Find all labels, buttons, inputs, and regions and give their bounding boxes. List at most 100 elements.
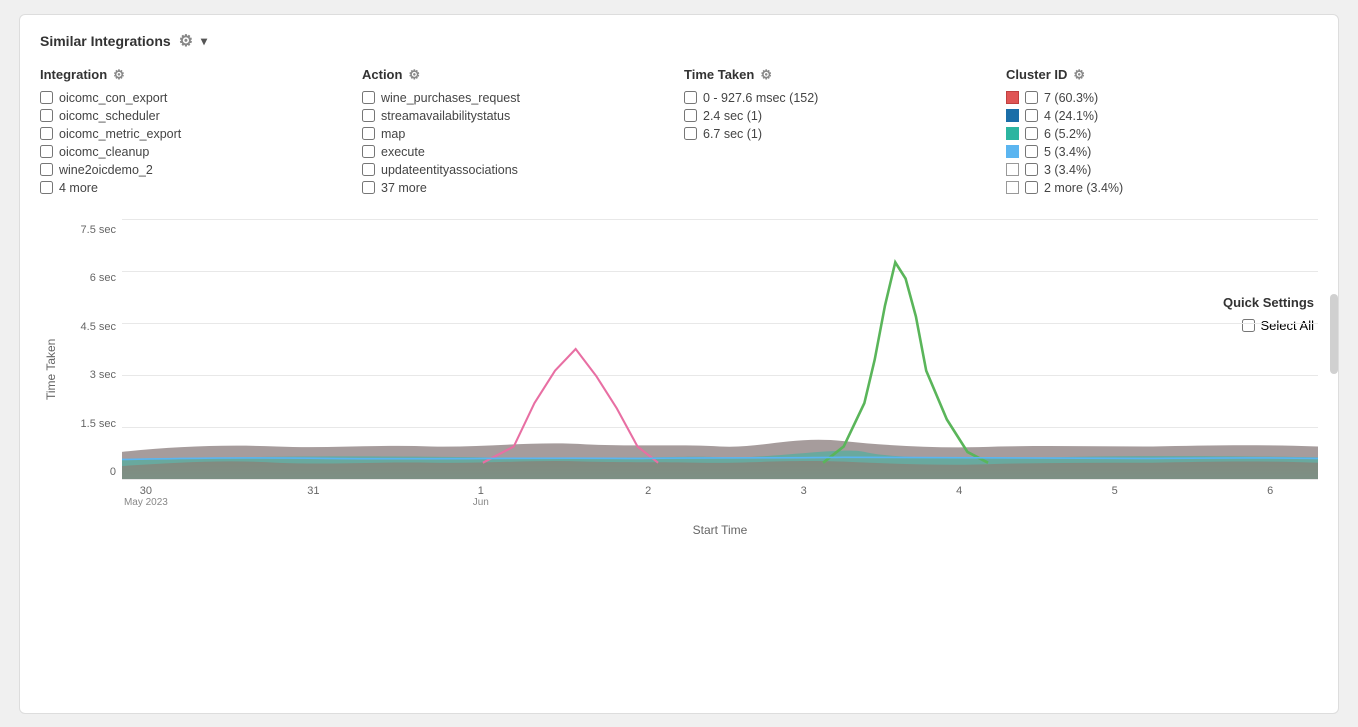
chart-svg [122, 219, 1318, 479]
x-tick-6: 6 [1267, 485, 1273, 497]
action-label: Action [362, 67, 402, 82]
integration-checkbox-3[interactable] [40, 145, 53, 158]
cluster-item-1: 4 (24.1%) [1044, 109, 1098, 123]
list-item: 37 more [362, 181, 674, 195]
cluster-id-filter-col: Cluster ID ⚙ 7 (60.3%) 4 (24.1%) 6 (5.2%… [1006, 67, 1318, 199]
y-tick-2: 4.5 sec [62, 321, 122, 333]
list-item: oicomc_con_export [40, 91, 352, 105]
integration-checkbox-4[interactable] [40, 163, 53, 176]
list-item: oicomc_metric_export [40, 127, 352, 141]
action-checkbox-1[interactable] [362, 109, 375, 122]
cluster-item-4: 3 (3.4%) [1044, 163, 1091, 177]
cluster-item-0: 7 (60.3%) [1044, 91, 1098, 105]
x-tick-may: May 2023 [124, 497, 168, 508]
list-item: 6.7 sec (1) [684, 127, 996, 141]
action-item-0: wine_purchases_request [381, 91, 520, 105]
cluster-color-2 [1006, 127, 1019, 140]
y-tick-4: 1.5 sec [62, 418, 122, 430]
list-item: oicomc_cleanup [40, 145, 352, 159]
action-checkbox-3[interactable] [362, 145, 375, 158]
y-axis: 7.5 sec 6 sec 4.5 sec 3 sec 1.5 sec 0 [62, 219, 122, 519]
action-gear-icon[interactable]: ⚙ [408, 67, 420, 83]
time-taken-checkbox-2[interactable] [684, 127, 697, 140]
integration-checkbox-5[interactable] [40, 181, 53, 194]
action-filter-col: Action ⚙ wine_purchases_request streamav… [362, 67, 684, 199]
cluster-checkbox-2[interactable] [1025, 127, 1038, 140]
x-tick-31: 31 [307, 485, 319, 497]
cluster-checkbox-5[interactable] [1025, 181, 1038, 194]
chart-area: Time Taken 7.5 sec 6 sec 4.5 sec 3 sec 1… [40, 219, 1318, 519]
x-tick-group-2: 1 Jun [473, 485, 489, 508]
action-checkbox-4[interactable] [362, 163, 375, 176]
list-item: 2 more (3.4%) [1006, 181, 1318, 195]
chevron-down-icon[interactable]: ▾ [201, 34, 207, 48]
time-taken-checkbox-0[interactable] [684, 91, 697, 104]
x-tick-group-1: 31 [307, 485, 319, 497]
cluster-id-label: Cluster ID [1006, 67, 1067, 82]
integration-filter-col: Integration ⚙ oicomc_con_export oicomc_s… [40, 67, 362, 199]
list-item: streamavailabilitystatus [362, 109, 674, 123]
card-title: Similar Integrations [40, 33, 171, 49]
cluster-checkbox-0[interactable] [1025, 91, 1038, 104]
list-item: 7 (60.3%) [1006, 91, 1318, 105]
cluster-item-3: 5 (3.4%) [1044, 145, 1091, 159]
list-item: 0 - 927.6 msec (152) [684, 91, 996, 105]
list-item: 5 (3.4%) [1006, 145, 1318, 159]
list-item: oicomc_scheduler [40, 109, 352, 123]
integration-item-5: 4 more [59, 181, 98, 195]
cluster-color-3 [1006, 145, 1019, 158]
action-item-5: 37 more [381, 181, 427, 195]
card-header: Similar Integrations ⚙ ▾ [40, 31, 1318, 51]
list-item: updateentityassociations [362, 163, 674, 177]
action-checkbox-5[interactable] [362, 181, 375, 194]
action-checkbox-0[interactable] [362, 91, 375, 104]
cluster-color-4 [1006, 163, 1019, 176]
x-tick-5: 5 [1112, 485, 1118, 497]
action-item-2: map [381, 127, 405, 141]
integration-item-0: oicomc_con_export [59, 91, 167, 105]
time-taken-item-1: 2.4 sec (1) [703, 109, 762, 123]
x-tick-4: 4 [956, 485, 962, 497]
integration-item-1: oicomc_scheduler [59, 109, 160, 123]
x-tick-group-6: 5 [1112, 485, 1118, 497]
cluster-checkbox-4[interactable] [1025, 163, 1038, 176]
x-tick-group-0: 30 May 2023 [124, 485, 168, 508]
x-tick-3: 3 [801, 485, 807, 497]
cluster-checkbox-1[interactable] [1025, 109, 1038, 122]
cluster-id-gear-icon[interactable]: ⚙ [1073, 67, 1085, 83]
cluster-color-1 [1006, 109, 1019, 122]
x-tick-group-5: 4 [956, 485, 962, 497]
integration-gear-icon[interactable]: ⚙ [113, 67, 125, 83]
integration-checkbox-1[interactable] [40, 109, 53, 122]
integration-filter-header: Integration ⚙ [40, 67, 352, 83]
integration-checkbox-2[interactable] [40, 127, 53, 140]
action-item-3: execute [381, 145, 425, 159]
filters-row: Integration ⚙ oicomc_con_export oicomc_s… [40, 67, 1318, 199]
list-item: 2.4 sec (1) [684, 109, 996, 123]
chart-container: Time Taken 7.5 sec 6 sec 4.5 sec 3 sec 1… [40, 219, 1318, 519]
time-taken-filter-header: Time Taken ⚙ [684, 67, 996, 83]
cluster-color-0 [1006, 91, 1019, 104]
integration-item-4: wine2oicdemo_2 [59, 163, 153, 177]
cluster-item-2: 6 (5.2%) [1044, 127, 1091, 141]
time-taken-checkbox-1[interactable] [684, 109, 697, 122]
list-item: map [362, 127, 674, 141]
x-tick-30: 30 [124, 485, 168, 497]
list-item: 6 (5.2%) [1006, 127, 1318, 141]
x-tick-group-3: 2 [645, 485, 651, 497]
action-item-1: streamavailabilitystatus [381, 109, 510, 123]
action-checkbox-2[interactable] [362, 127, 375, 140]
list-item: wine_purchases_request [362, 91, 674, 105]
cluster-checkbox-3[interactable] [1025, 145, 1038, 158]
time-taken-gear-icon[interactable]: ⚙ [760, 67, 772, 83]
x-axis-label: Start Time [693, 523, 748, 537]
cluster-id-filter-header: Cluster ID ⚙ [1006, 67, 1318, 83]
gear-icon[interactable]: ⚙ [179, 31, 193, 51]
integration-item-3: oicomc_cleanup [59, 145, 149, 159]
similar-integrations-card: Similar Integrations ⚙ ▾ Integration ⚙ o… [19, 14, 1339, 714]
list-item: 4 (24.1%) [1006, 109, 1318, 123]
action-filter-header: Action ⚙ [362, 67, 674, 83]
integration-checkbox-0[interactable] [40, 91, 53, 104]
scroll-handle[interactable] [1330, 294, 1338, 374]
list-item: 4 more [40, 181, 352, 195]
